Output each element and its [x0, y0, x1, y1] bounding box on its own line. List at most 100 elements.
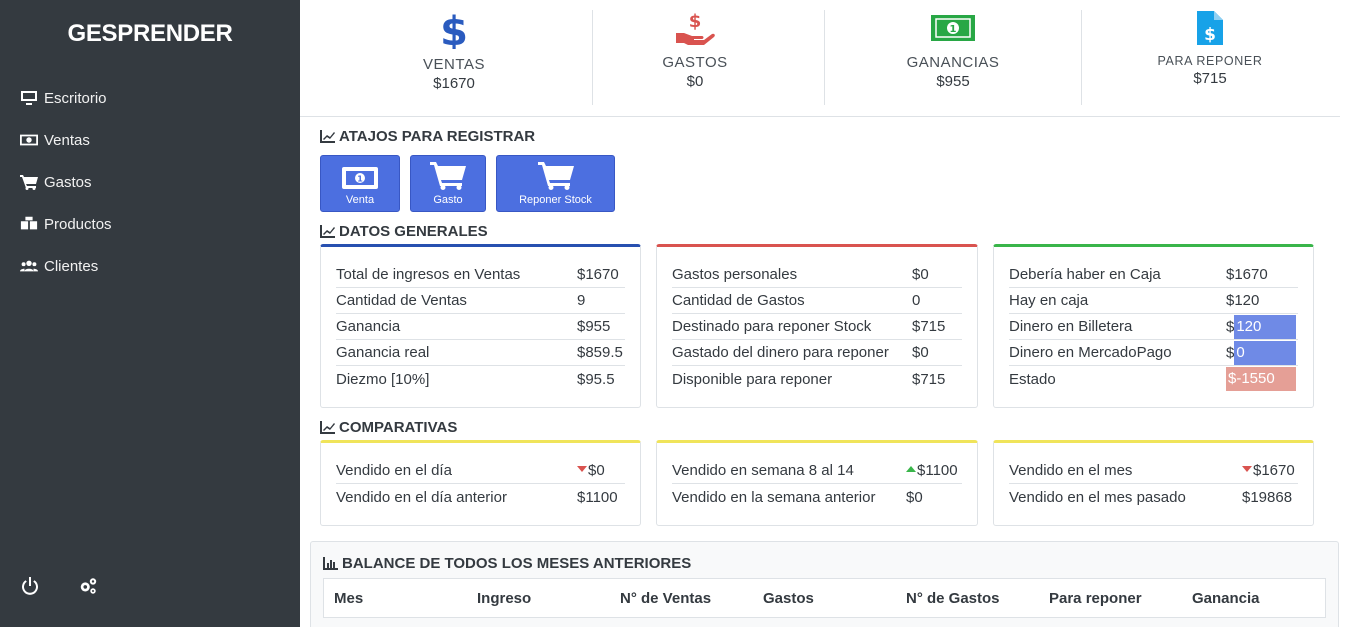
sidebar-item-escritorio[interactable]: Escritorio	[0, 77, 300, 119]
data-row: Vendido en el mes $1670	[1009, 458, 1298, 484]
stat-ganancias: 1 GANANCIAS $955	[894, 8, 1012, 103]
sidebar-nav: Escritorio Ventas Gastos Productos Clien…	[0, 77, 300, 287]
data-row: Vendido en el mes pasado $19868	[1009, 488, 1293, 506]
gastos-card: Gastos personales $0 Cantidad de Gastos 0 …	[656, 244, 978, 408]
stat-value: $955	[936, 73, 970, 90]
stat-value: $1670	[433, 75, 475, 92]
trend-down-icon	[577, 466, 587, 472]
data-row: Disponible para reponer $715	[672, 370, 946, 388]
main-content: $ VENTAS $1670 $ GASTOS $0 1 GANANCIAS $…	[300, 0, 1345, 627]
sidebar-footer	[20, 576, 98, 601]
data-row: Vendido en semana 8 al 14 $1100	[672, 458, 962, 484]
column-header[interactable]: N° de Ventas	[610, 590, 753, 607]
chart-line-icon	[320, 225, 335, 238]
users-icon	[20, 260, 38, 272]
stat-label: PARA REPONER	[1157, 54, 1263, 68]
power-icon[interactable]	[20, 576, 40, 601]
file-invoice-dollar-icon: $	[1197, 11, 1223, 45]
column-header[interactable]: Gastos	[753, 590, 896, 607]
chart-line-icon	[320, 421, 335, 434]
cogs-icon[interactable]	[78, 576, 98, 601]
money-bill-icon: 1	[931, 15, 975, 41]
data-row: Total de ingresos en Ventas $1670	[336, 262, 625, 288]
stat-label: GASTOS	[662, 54, 728, 71]
stats-bar: $ VENTAS $1670 $ GASTOS $0 1 GANANCIAS $…	[300, 0, 1340, 117]
divider	[824, 10, 825, 105]
general-title: DATOS GENERALES	[320, 223, 488, 240]
svg-text:$: $	[1204, 25, 1216, 45]
comparativa-semana-card: Vendido en semana 8 al 14 $1100 Vendido e…	[656, 440, 978, 526]
money-icon	[20, 134, 38, 146]
data-row: Gastos personales $0	[672, 262, 962, 288]
data-row: Cantidad de Gastos 0	[672, 288, 962, 314]
svg-text:$: $	[689, 11, 702, 32]
sidebar-item-label: Clientes	[44, 257, 99, 275]
boxes-icon	[20, 216, 38, 230]
divider	[592, 10, 593, 105]
cart-icon	[20, 175, 38, 190]
stat-para-reponer: $ PARA REPONER $715	[1156, 8, 1264, 103]
hand-dollar-icon: $	[676, 11, 715, 45]
billetera-input[interactable]	[1234, 314, 1297, 339]
sidebar-item-clientes[interactable]: Clientes	[0, 245, 300, 287]
money-bill-icon: 1	[342, 167, 378, 189]
desktop-icon	[21, 91, 37, 105]
sidebar-item-ventas[interactable]: Ventas	[0, 119, 300, 161]
balance-table-header: Mes Ingreso N° de Ventas Gastos N° de Ga…	[323, 578, 1326, 618]
data-row: Vendido en el día $0	[336, 458, 625, 484]
sidebar-item-label: Gastos	[44, 173, 92, 191]
data-row: Cantidad de Ventas 9	[336, 288, 625, 314]
column-header[interactable]: N° de Gastos	[896, 590, 1039, 607]
column-header[interactable]: Ingreso	[467, 590, 610, 607]
data-row: Vendido en la semana anterior $0	[672, 488, 923, 506]
stat-label: VENTAS	[423, 56, 485, 73]
data-row: Estado $-1550	[1009, 366, 1298, 392]
estado-badge: $-1550	[1226, 367, 1296, 391]
mercadopago-input[interactable]	[1234, 340, 1297, 365]
sidebar-item-productos[interactable]: Productos	[0, 203, 300, 245]
data-row: Debería haber en Caja $1670	[1009, 262, 1298, 288]
trend-down-icon	[1242, 466, 1252, 472]
trend-up-icon	[906, 466, 916, 472]
stat-value: $0	[686, 73, 704, 90]
divider	[1081, 10, 1082, 105]
brand-logo[interactable]: GESPRENDER	[0, 20, 300, 48]
comparativa-mes-card: Vendido en el mes $1670 Vendido en el mes…	[993, 440, 1314, 526]
svg-text:1: 1	[950, 24, 957, 35]
sidebar: GESPRENDER Escritorio Ventas Gastos Prod…	[0, 0, 300, 627]
chart-line-icon	[320, 130, 335, 143]
stat-ventas: $ VENTAS $1670	[404, 10, 504, 105]
column-header[interactable]: Mes	[324, 590, 467, 607]
data-row: Hay en caja $120	[1009, 288, 1298, 314]
sidebar-item-label: Ventas	[44, 131, 90, 149]
sidebar-item-gastos[interactable]: Gastos	[0, 161, 300, 203]
svg-text:$: $	[442, 11, 466, 49]
cart-icon	[430, 162, 466, 190]
shortcuts-title: ATAJOS PARA REGISTRAR	[320, 128, 535, 145]
column-header[interactable]: Ganancia	[1182, 590, 1325, 607]
data-row: Ganancia real $859.5	[336, 340, 625, 366]
data-row: Diezmo [10%] $95.5	[336, 370, 615, 388]
data-row: Gastado del dinero para reponer $0	[672, 340, 962, 366]
data-row: Vendido en el día anterior $1100	[336, 488, 618, 506]
svg-text:1: 1	[357, 175, 363, 184]
bar-chart-icon	[323, 557, 338, 570]
ventas-card: Total de ingresos en Ventas $1670 Cantida…	[320, 244, 641, 408]
shortcut-gasto-button[interactable]: Gasto	[410, 155, 486, 212]
data-row: Ganancia $955	[336, 314, 625, 340]
stat-label: GANANCIAS	[906, 54, 1000, 71]
column-header[interactable]: Para reponer	[1039, 590, 1182, 607]
data-row: Dinero en MercadoPago $	[1009, 340, 1298, 366]
stat-value: $715	[1193, 70, 1227, 87]
stat-gastos: $ GASTOS $0	[645, 8, 745, 103]
dollar-icon: $	[442, 11, 466, 49]
sidebar-item-label: Productos	[44, 215, 112, 233]
shortcut-reponer-stock-button[interactable]: Reponer Stock	[496, 155, 615, 212]
cart-icon	[537, 162, 574, 190]
sidebar-item-label: Escritorio	[44, 89, 107, 107]
shortcut-venta-button[interactable]: 1 Venta	[320, 155, 400, 212]
data-row: Destinado para reponer Stock $715	[672, 314, 962, 340]
shortcut-buttons: 1 Venta Gasto Reponer Stock	[320, 155, 615, 212]
balance-panel: BALANCE DE TODOS LOS MESES ANTERIORES Me…	[310, 541, 1339, 627]
comparativas-title: COMPARATIVAS	[320, 419, 457, 436]
